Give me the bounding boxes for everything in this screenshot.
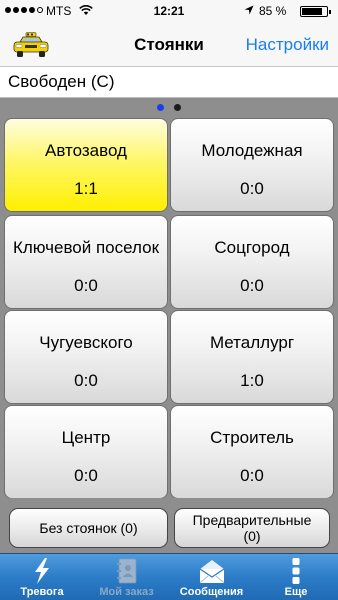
parking-name: Молодежная [201, 141, 303, 160]
parking-cell-tsentr[interactable]: Центр 0:0 [4, 405, 168, 499]
parkings-grid: Автозавод 1:1 Молодежная 0:0 Ключевой по… [0, 98, 338, 499]
parking-name: Металлург [209, 333, 295, 352]
parking-cell-sotsgorod[interactable]: Соцгород 0:0 [170, 215, 334, 309]
page-dot-2 [174, 104, 181, 111]
parking-count: 0:0 [74, 371, 98, 390]
driver-status-row[interactable]: Свободен (С) [0, 67, 338, 98]
phone-screen: MTS 12:21 85 % Стоянки Настройки Свободе… [0, 0, 338, 600]
parking-name: Строитель [210, 428, 294, 447]
address-book-icon [116, 558, 136, 584]
parking-count: 0:0 [74, 276, 98, 295]
battery-icon [300, 6, 331, 17]
queue-buttons-row: Без стоянок (0) Предварительные (0) [0, 498, 338, 554]
parking-cell-metallurg[interactable]: Металлург 1:0 [170, 310, 334, 404]
page-dot-1 [157, 104, 164, 111]
parking-count: 0:0 [240, 179, 264, 198]
navigation-bar: Стоянки Настройки [0, 22, 338, 67]
clock: 12:21 [153, 4, 185, 18]
parking-cell-stroitel[interactable]: Строитель 0:0 [170, 405, 334, 499]
parking-name: Соцгород [214, 238, 290, 257]
preliminary-count: (0) [243, 528, 261, 544]
driver-status-text: Свободен (С) [8, 72, 115, 91]
tab-alarm[interactable]: Тревога [0, 554, 84, 600]
parking-count: 0:0 [74, 466, 98, 485]
tab-bar: Тревога Мой заказ Сообщения Еще [0, 553, 338, 600]
parking-name: Чугуевского [39, 333, 133, 352]
battery-percent: 85 % [259, 4, 287, 18]
parking-count: 0:0 [240, 276, 264, 295]
parking-cell-chuguevskogo[interactable]: Чугуевского 0:0 [4, 310, 168, 404]
tab-messages[interactable]: Сообщения [169, 554, 254, 600]
parking-name: Ключевой поселок [12, 238, 160, 257]
parking-count: 0:0 [240, 466, 264, 485]
tab-label: Тревога [20, 586, 64, 598]
tab-label: Мой заказ [99, 586, 154, 598]
no-parking-button[interactable]: Без стоянок (0) [9, 508, 168, 548]
tab-label: Сообщения [179, 586, 244, 598]
parking-name: Автозавод [45, 141, 127, 160]
parking-count: 1:1 [74, 179, 98, 198]
tab-my-order[interactable]: Мой заказ [84, 554, 169, 600]
preliminary-orders-button[interactable]: Предварительные (0) [174, 508, 330, 548]
tab-label: Еще [284, 586, 308, 598]
parking-cell-avtozavod[interactable]: Автозавод 1:1 [4, 118, 168, 212]
lightning-icon [35, 558, 49, 584]
preliminary-label: Предварительные [192, 512, 312, 528]
settings-button[interactable]: Настройки [246, 35, 329, 55]
parking-cell-molodezhnaya[interactable]: Молодежная 0:0 [170, 118, 334, 212]
parking-name: Центр [61, 428, 111, 447]
envelope-icon [199, 560, 224, 584]
more-dots-icon [292, 558, 300, 584]
parking-cell-klyuchevoy-poselok[interactable]: Ключевой поселок 0:0 [4, 215, 168, 309]
page-indicator[interactable] [0, 104, 338, 111]
parking-count: 1:0 [240, 371, 264, 390]
tab-more[interactable]: Еще [254, 554, 338, 600]
location-arrow-icon [244, 5, 254, 15]
status-bar: MTS 12:21 85 % [0, 0, 338, 22]
